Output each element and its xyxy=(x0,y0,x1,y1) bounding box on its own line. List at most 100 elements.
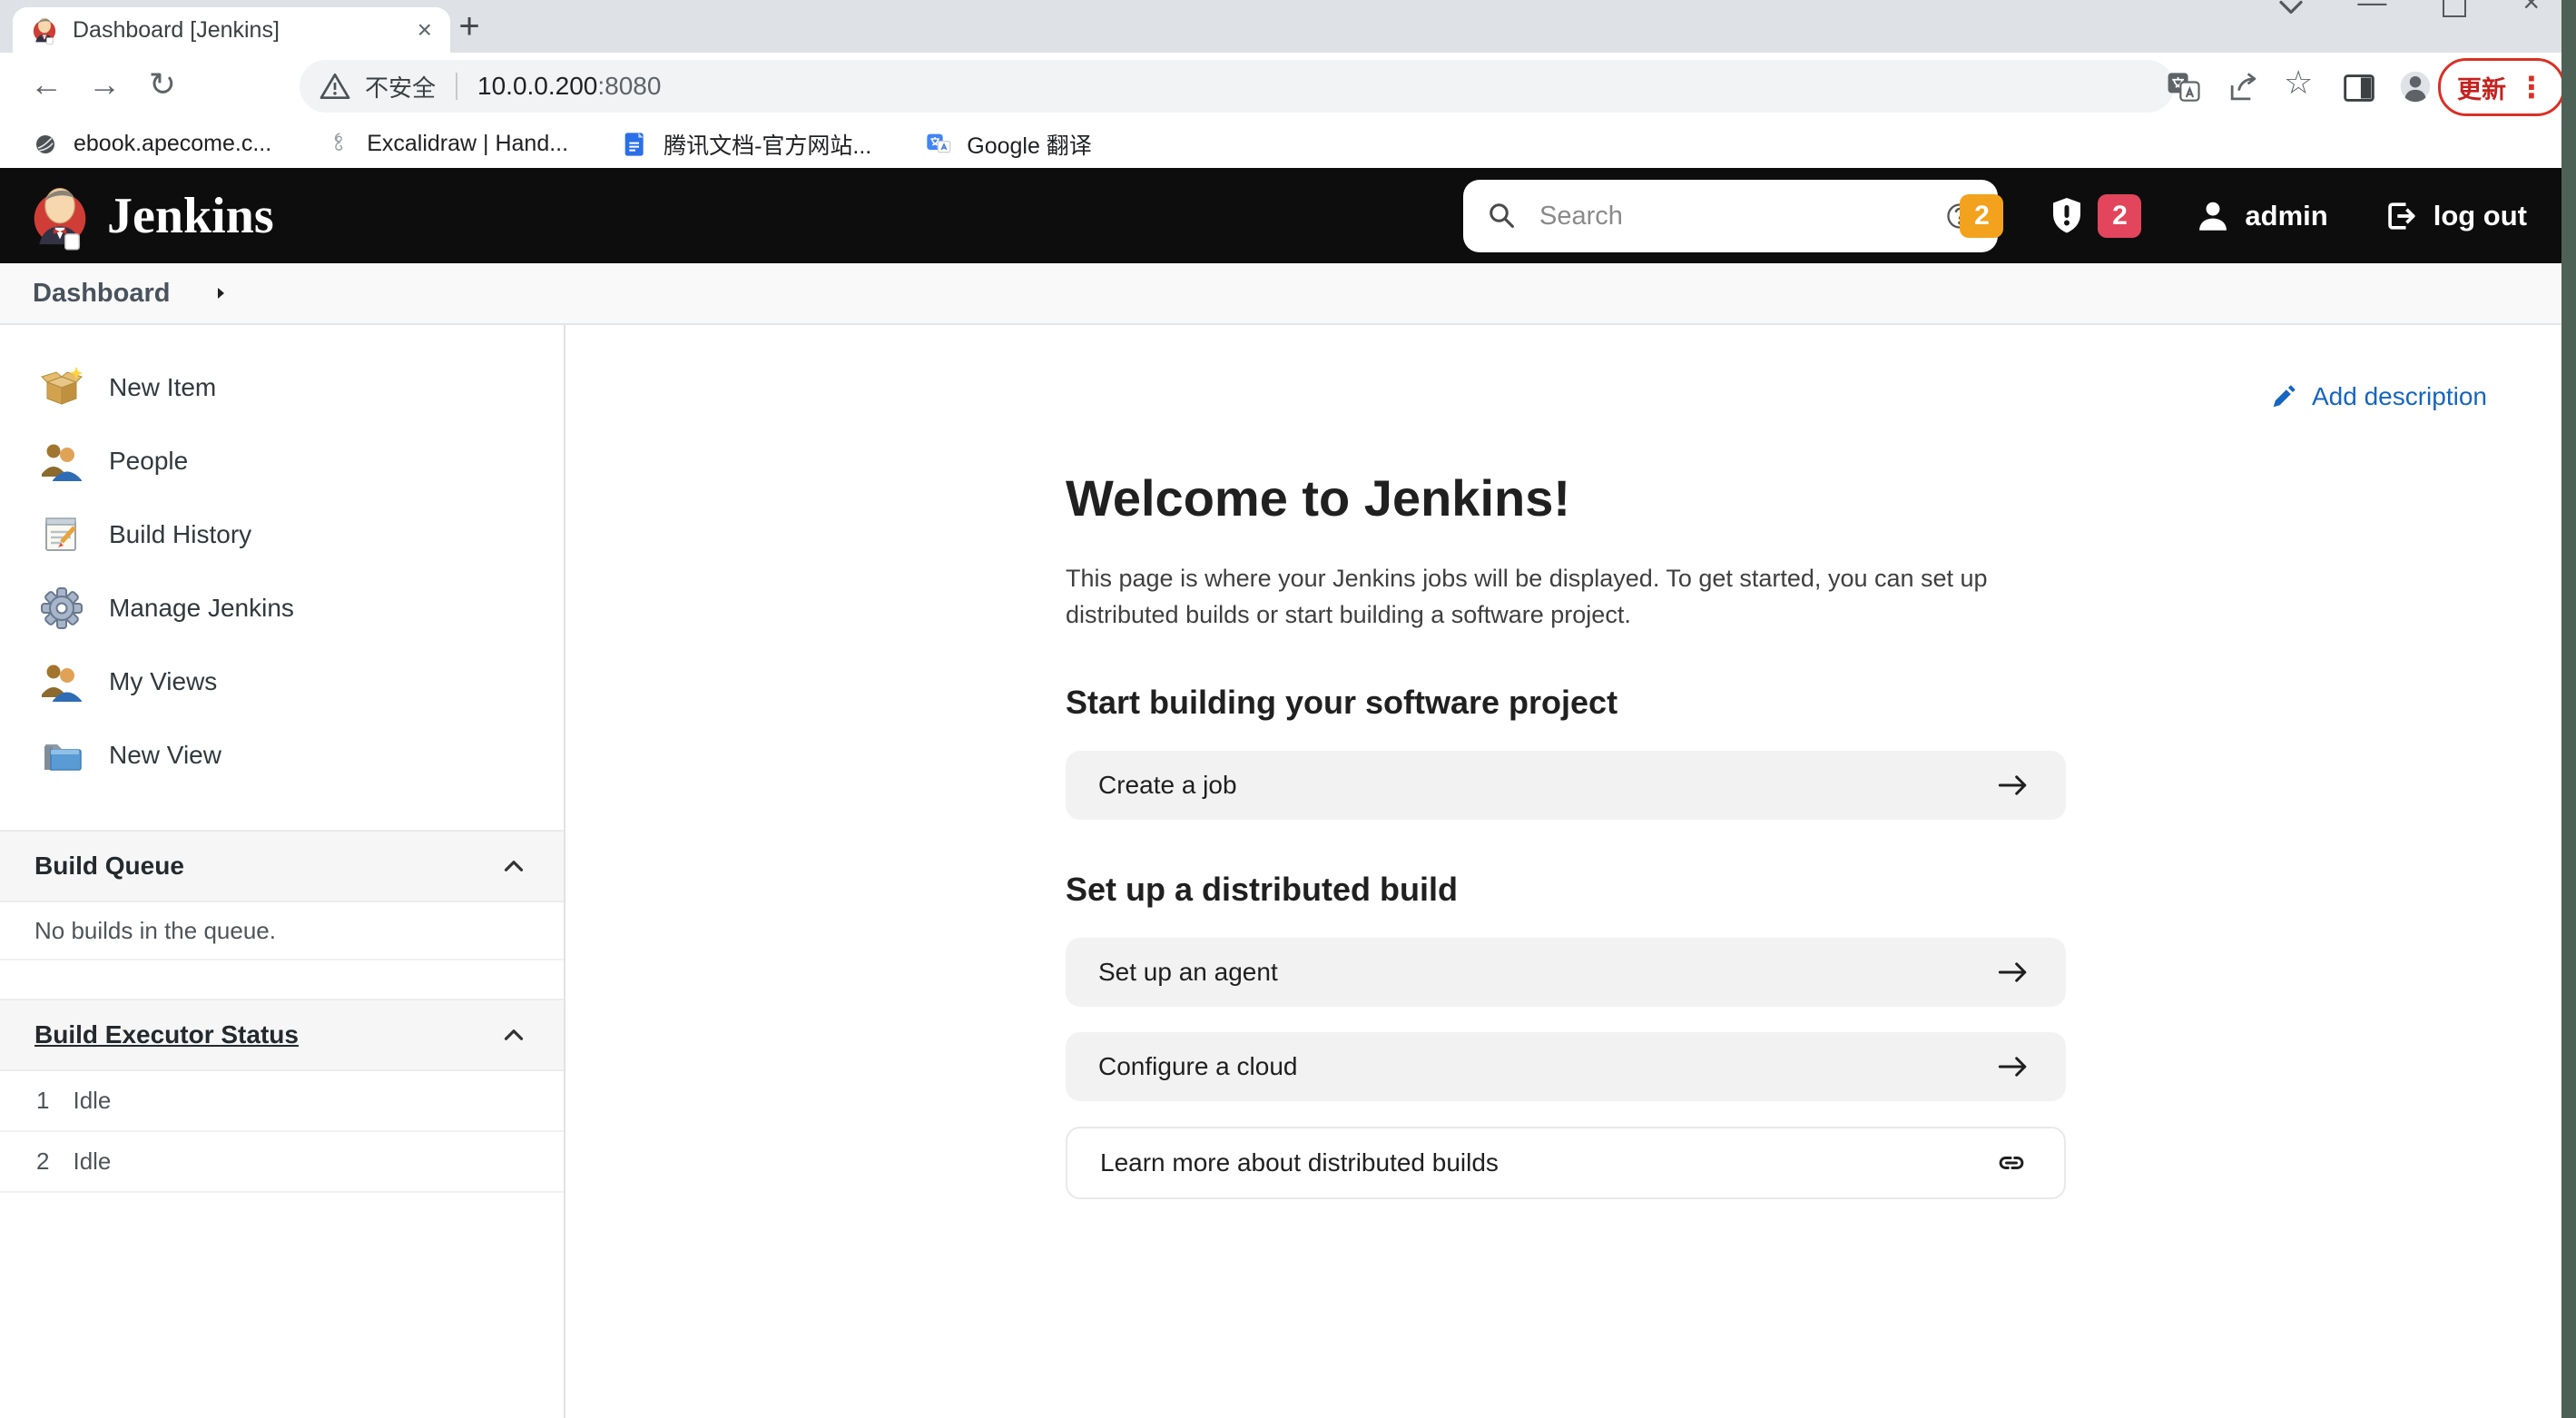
search-icon xyxy=(1483,197,1521,235)
executor-status-panel: Build Executor Status 1 Idle 2 Idle xyxy=(0,999,564,1193)
security-label: 不安全 xyxy=(365,70,436,103)
executor-number: 1 xyxy=(36,1087,49,1115)
new-tab-button[interactable]: + xyxy=(447,4,492,49)
security-shield-icon[interactable] xyxy=(2045,194,2089,238)
folder-icon xyxy=(40,734,84,777)
bookmark-item[interactable]: 腾讯文档-官方网站... xyxy=(621,128,871,161)
header-actions: 2 2 admin log out xyxy=(1909,168,2527,263)
google-translate-favicon xyxy=(924,130,953,159)
jenkins-logo-link[interactable]: Jenkins xyxy=(29,168,274,263)
browser-menu-kebab-icon[interactable]: ⋮ xyxy=(2517,70,2546,104)
security-badge[interactable]: 2 xyxy=(2098,194,2141,238)
tab-title: Dashboard [Jenkins] xyxy=(73,17,403,44)
tab-search-chevron-icon[interactable] xyxy=(2271,0,2311,27)
share-icon[interactable] xyxy=(2224,67,2264,107)
logout-button[interactable]: log out xyxy=(2381,196,2527,236)
user-menu[interactable]: admin xyxy=(2194,197,2327,235)
bookmarks-bar: ebook.apecome.c... Excalidraw | Hand... … xyxy=(0,120,2576,168)
screen-edge-strip xyxy=(2561,0,2576,1418)
side-panel-icon[interactable] xyxy=(2338,67,2380,109)
window-minimize-icon[interactable]: — xyxy=(2357,0,2386,19)
browser-address-bar: ← → ↻ 不安全 10.0.0.200:8080 ☆ 更新 ⋮ xyxy=(0,53,2576,120)
add-description-link[interactable]: Add description xyxy=(2268,381,2487,412)
main-content: Add description Welcome to Jenkins! This… xyxy=(565,325,2576,1418)
bookmark-item[interactable]: Excalidraw | Hand... xyxy=(324,130,568,159)
build-queue-panel: Build Queue No builds in the queue. xyxy=(0,830,564,960)
executor-number: 2 xyxy=(36,1147,49,1176)
collapse-chevron-icon[interactable] xyxy=(498,1019,529,1050)
reload-icon[interactable]: ↻ xyxy=(142,65,183,103)
url-text: 10.0.0.200:8080 xyxy=(477,72,661,101)
window-close-icon[interactable]: × xyxy=(2522,0,2540,19)
not-secure-warning-icon[interactable] xyxy=(318,69,352,103)
omnibox[interactable]: 不安全 10.0.0.200:8080 xyxy=(300,60,2174,113)
update-label: 更新 xyxy=(2457,70,2506,105)
screen: Dashboard [Jenkins] × + — × ← → ↻ 不安全 10… xyxy=(0,0,2576,1418)
executor-row: 1 Idle xyxy=(0,1071,564,1132)
notification-bell-icon[interactable] xyxy=(1909,195,1951,237)
jenkins-header: Jenkins 2 2 admin log out xyxy=(0,168,2576,263)
sidebar-item-manage-jenkins[interactable]: Manage Jenkins xyxy=(0,571,564,645)
executor-status-header[interactable]: Build Executor Status xyxy=(0,999,564,1071)
build-queue-header[interactable]: Build Queue xyxy=(0,830,564,902)
sidebar-item-build-history[interactable]: Build History xyxy=(0,497,564,571)
breadcrumb: Dashboard xyxy=(0,263,2576,325)
external-link-icon xyxy=(1991,1143,2031,1183)
jenkins-favicon xyxy=(31,15,58,45)
gear-icon xyxy=(40,586,84,630)
browser-tab[interactable]: Dashboard [Jenkins] × xyxy=(13,7,450,53)
build-history-notepad-icon xyxy=(40,513,84,556)
sidebar-nav: New Item People Build History Manage Jen… xyxy=(0,325,564,830)
my-views-people-icon xyxy=(40,660,84,704)
arrow-right-icon xyxy=(1993,952,2033,992)
translate-page-icon[interactable] xyxy=(2164,67,2204,107)
breadcrumb-caret-icon[interactable] xyxy=(210,282,231,304)
sidebar-item-new-view[interactable]: New View xyxy=(0,718,564,792)
window-maximize-icon[interactable] xyxy=(2443,0,2466,17)
arrow-right-icon xyxy=(1993,765,2033,805)
logout-icon xyxy=(2381,196,2421,236)
breadcrumb-dashboard[interactable]: Dashboard xyxy=(33,279,170,309)
sidebar-item-people[interactable]: People xyxy=(0,424,564,497)
chrome-update-button[interactable]: 更新 ⋮ xyxy=(2438,58,2565,116)
people-icon xyxy=(40,439,84,483)
browser-profile-avatar[interactable] xyxy=(2394,65,2436,107)
executor-status: Idle xyxy=(73,1147,111,1176)
executor-status: Idle xyxy=(73,1087,111,1115)
sidebar-item-new-item[interactable]: New Item xyxy=(0,350,564,424)
tab-close-icon[interactable]: × xyxy=(418,17,432,43)
welcome-text: This page is where your Jenkins jobs wil… xyxy=(1066,560,2066,633)
pencil-icon xyxy=(2268,381,2299,412)
search-input[interactable] xyxy=(1538,201,1925,232)
notification-badge[interactable]: 2 xyxy=(1960,194,2003,238)
add-description-label: Add description xyxy=(2312,382,2487,411)
globe-favicon xyxy=(31,130,60,159)
username: admin xyxy=(2245,200,2327,232)
configure-cloud-task[interactable]: Configure a cloud xyxy=(1066,1032,2066,1101)
jenkins-butler-logo xyxy=(29,180,91,252)
create-job-task[interactable]: Create a job xyxy=(1066,751,2066,820)
sidebar: New Item People Build History Manage Jen… xyxy=(0,325,565,1418)
logout-label: log out xyxy=(2433,200,2527,232)
build-queue-empty-text: No builds in the queue. xyxy=(0,902,564,960)
arrow-right-icon xyxy=(1993,1047,2033,1087)
user-icon xyxy=(2194,197,2232,235)
forward-icon[interactable]: → xyxy=(84,65,125,103)
jenkins-wordmark: Jenkins xyxy=(107,187,274,245)
section-title-build: Start building your software project xyxy=(1066,684,2066,722)
bookmark-item[interactable]: ebook.apecome.c... xyxy=(31,130,271,159)
new-item-box-icon xyxy=(40,366,84,409)
collapse-chevron-icon[interactable] xyxy=(498,851,529,881)
page-title: Welcome to Jenkins! xyxy=(1066,468,2066,527)
build-queue-title: Build Queue xyxy=(34,852,184,881)
back-icon[interactable]: ← xyxy=(25,65,67,103)
executor-status-title[interactable]: Build Executor Status xyxy=(34,1020,299,1049)
sidebar-item-my-views[interactable]: My Views xyxy=(0,645,564,718)
learn-more-distributed-task[interactable]: Learn more about distributed builds xyxy=(1066,1127,2066,1199)
browser-tab-strip: Dashboard [Jenkins] × + — × xyxy=(0,0,2576,53)
omnibox-divider xyxy=(456,73,457,100)
setup-agent-task[interactable]: Set up an agent xyxy=(1066,938,2066,1007)
bookmark-item[interactable]: Google 翻译 xyxy=(924,128,1092,161)
bookmark-star-icon[interactable]: ☆ xyxy=(2284,64,2313,102)
section-title-distributed: Set up a distributed build xyxy=(1066,871,2066,909)
